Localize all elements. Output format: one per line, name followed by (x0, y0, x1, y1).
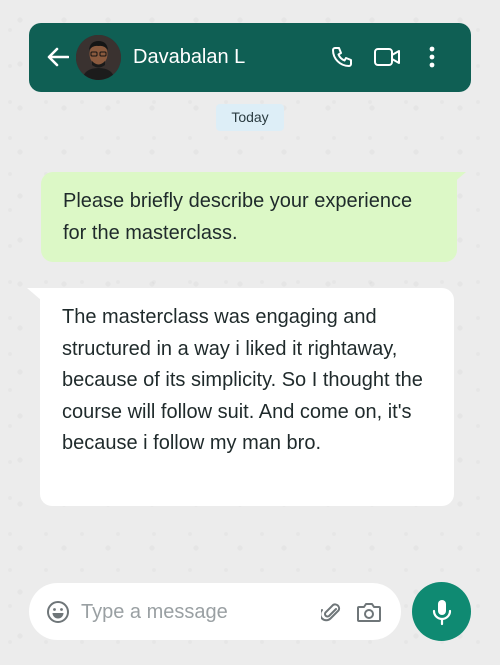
video-camera-icon[interactable] (373, 43, 401, 71)
incoming-bubble-tail (27, 288, 41, 300)
message-input[interactable] (81, 597, 311, 627)
microphone-icon[interactable] (412, 582, 471, 641)
attachment-icon[interactable] (319, 599, 343, 625)
more-vertical-icon[interactable] (418, 43, 446, 71)
message-composer (29, 583, 401, 640)
avatar[interactable] (76, 35, 121, 80)
message-text: Please briefly describe your experience … (63, 190, 413, 244)
camera-icon[interactable] (355, 599, 383, 625)
back-arrow-icon[interactable] (45, 44, 71, 70)
outgoing-message[interactable]: Please briefly describe your experience … (41, 172, 457, 262)
emoji-icon[interactable] (45, 599, 71, 625)
chat-header: Davabalan L (29, 23, 471, 92)
message-text: The masterclass was engaging and structu… (62, 306, 423, 454)
phone-icon[interactable] (328, 43, 356, 71)
date-chip: Today (216, 104, 284, 131)
contact-name[interactable]: Davabalan L (133, 43, 245, 71)
incoming-message[interactable]: The masterclass was engaging and structu… (40, 288, 454, 506)
